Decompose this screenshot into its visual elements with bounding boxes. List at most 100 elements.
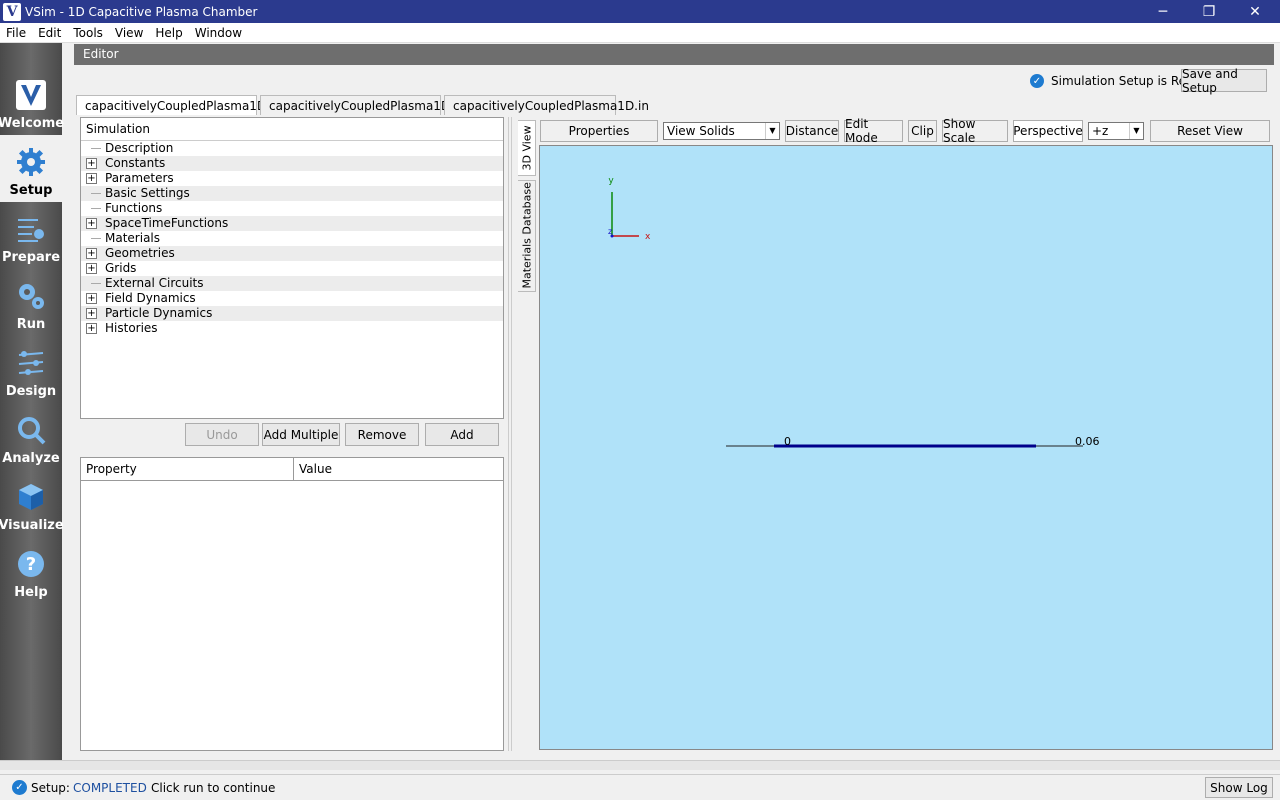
nav-welcome[interactable]: Welcome	[0, 68, 65, 135]
undo-button[interactable]: Undo	[185, 423, 259, 446]
nav-design[interactable]: Design	[0, 336, 62, 403]
properties-button[interactable]: Properties	[540, 120, 658, 142]
tree-item-label: Constants	[105, 156, 166, 170]
status-message: Click run to continue	[151, 781, 276, 795]
title-bar: V VSim - 1D Capacitive Plasma Chamber ─ …	[0, 0, 1280, 23]
show-scale-button[interactable]: Show Scale	[942, 117, 1008, 145]
nav-help[interactable]: ? Help	[0, 537, 62, 604]
expand-icon[interactable]: +	[86, 248, 97, 259]
add-multiple-button[interactable]: Add Multiple	[262, 423, 340, 446]
nav-setup[interactable]: Setup	[0, 135, 62, 202]
distance-button[interactable]: Distance	[785, 120, 839, 142]
nav-visualize[interactable]: Visualize	[0, 470, 64, 537]
minimize-button[interactable]: ─	[1140, 0, 1186, 23]
nav-analyze[interactable]: Analyze	[0, 403, 62, 470]
save-and-setup-button[interactable]: Save and Setup	[1181, 67, 1267, 95]
value-column-header: Value	[299, 462, 332, 476]
tree-item[interactable]: + Histories	[81, 321, 503, 336]
tab-sdf[interactable]: capacitivelyCoupledPlasma1D.sdf	[76, 95, 288, 115]
expand-icon[interactable]: +	[86, 218, 97, 229]
tree-item[interactable]: + Grids	[81, 261, 503, 276]
nav-help-label: Help	[14, 585, 48, 600]
expand-icon[interactable]: +	[86, 308, 97, 319]
tree-connector	[91, 208, 101, 209]
axis-z-label: z	[608, 227, 612, 236]
status-bar: ✓ Setup: COMPLETED Click run to continue…	[0, 774, 1280, 800]
scale-end-label: 0.06	[1075, 435, 1100, 448]
3d-viewport[interactable]: y x z 0 0.06	[539, 145, 1273, 750]
expand-icon[interactable]: +	[86, 323, 97, 334]
nav-setup-label: Setup	[9, 183, 53, 198]
expand-icon[interactable]: +	[86, 173, 97, 184]
cube-icon	[14, 480, 48, 514]
axis-y-label: y	[608, 176, 614, 186]
tree-item[interactable]: + Field Dynamics	[81, 291, 503, 306]
nav-analyze-label: Analyze	[2, 451, 60, 466]
scale-start-label: 0	[784, 435, 791, 448]
nav-visualize-label: Visualize	[0, 518, 64, 533]
menu-file[interactable]: File	[0, 26, 32, 40]
left-nav: Welcome Setup Prepare Run Design Analyze	[0, 43, 65, 770]
question-icon: ?	[14, 547, 48, 581]
status-label: Setup:	[31, 781, 70, 795]
property-column-header: Property	[81, 458, 294, 480]
editor-panel: Editor ✓ Simulation Setup is Ready Save …	[70, 44, 1280, 760]
tree-item-label: SpaceTimeFunctions	[105, 216, 229, 230]
restore-button[interactable]: ❐	[1186, 0, 1232, 23]
tree-item[interactable]: + Constants	[81, 156, 503, 171]
tree-item[interactable]: + SpaceTimeFunctions	[81, 216, 503, 231]
tree-item-label: Field Dynamics	[105, 291, 196, 305]
tree-item-label: Histories	[105, 321, 158, 335]
nav-prepare[interactable]: Prepare	[0, 202, 62, 269]
nav-design-label: Design	[5, 384, 57, 399]
app-logo-icon: V	[3, 2, 21, 21]
tree-item[interactable]: Basic Settings	[81, 186, 503, 201]
expand-icon[interactable]: +	[86, 263, 97, 274]
tree-item-label: Grids	[105, 261, 137, 275]
tree-item-label: Functions	[105, 201, 163, 215]
editor-header: Editor	[74, 44, 1274, 65]
tab-in[interactable]: capacitivelyCoupledPlasma1D.in	[444, 95, 649, 115]
clip-button[interactable]: Clip	[908, 120, 937, 142]
status-state: COMPLETED	[73, 781, 147, 795]
nav-run[interactable]: Run	[0, 269, 62, 336]
panel-splitter[interactable]	[508, 117, 512, 751]
tree-item-label: Parameters	[105, 171, 174, 185]
menu-tools[interactable]: Tools	[67, 26, 109, 40]
expand-icon[interactable]: +	[86, 158, 97, 169]
close-button[interactable]: ✕	[1232, 0, 1278, 23]
tree-item[interactable]: + Geometries	[81, 246, 503, 261]
tree-item[interactable]: Materials	[81, 231, 503, 246]
axis-x-label: x	[645, 232, 651, 242]
expand-icon[interactable]: +	[86, 293, 97, 304]
edit-mode-button[interactable]: Edit Mode	[844, 117, 903, 145]
tab-pre[interactable]: capacitivelyCoupledPlasma1D.pre	[260, 95, 474, 115]
perspective-toggle[interactable]: Perspective	[1013, 120, 1083, 142]
show-log-button[interactable]: Show Log	[1205, 777, 1273, 798]
tree-item[interactable]: Description	[81, 141, 503, 156]
tab-3d-view[interactable]: 3D View	[518, 120, 536, 176]
remove-button[interactable]: Remove	[345, 423, 419, 446]
tree-item[interactable]: External Circuits	[81, 276, 503, 291]
menu-bar: File Edit Tools View Help Window	[0, 23, 1280, 43]
tab-materials-database[interactable]: Materials Database	[518, 180, 536, 292]
magnifier-icon	[14, 413, 48, 447]
tree-item[interactable]: + Particle Dynamics	[81, 306, 503, 321]
menu-help[interactable]: Help	[149, 26, 188, 40]
tree-connector	[91, 193, 101, 194]
reset-view-button[interactable]: Reset View	[1150, 120, 1270, 142]
tree-item[interactable]: Functions	[81, 201, 503, 216]
menu-edit[interactable]: Edit	[32, 26, 67, 40]
view-solids-select[interactable]: View Solids ▼	[663, 122, 780, 140]
tree-item-label: External Circuits	[105, 276, 204, 290]
menu-window[interactable]: Window	[189, 26, 248, 40]
axis-select[interactable]: +z ▼	[1088, 122, 1144, 140]
nav-welcome-label: Welcome	[0, 116, 65, 131]
add-button[interactable]: Add	[425, 423, 499, 446]
vsim-logo-icon	[14, 78, 48, 112]
menu-view[interactable]: View	[109, 26, 149, 40]
axes-triad: y x z	[608, 176, 651, 242]
horizontal-scrollbar[interactable]	[0, 760, 1280, 770]
tree-item[interactable]: + Parameters	[81, 171, 503, 186]
scale-ruler: 0 0.06	[726, 435, 1100, 448]
